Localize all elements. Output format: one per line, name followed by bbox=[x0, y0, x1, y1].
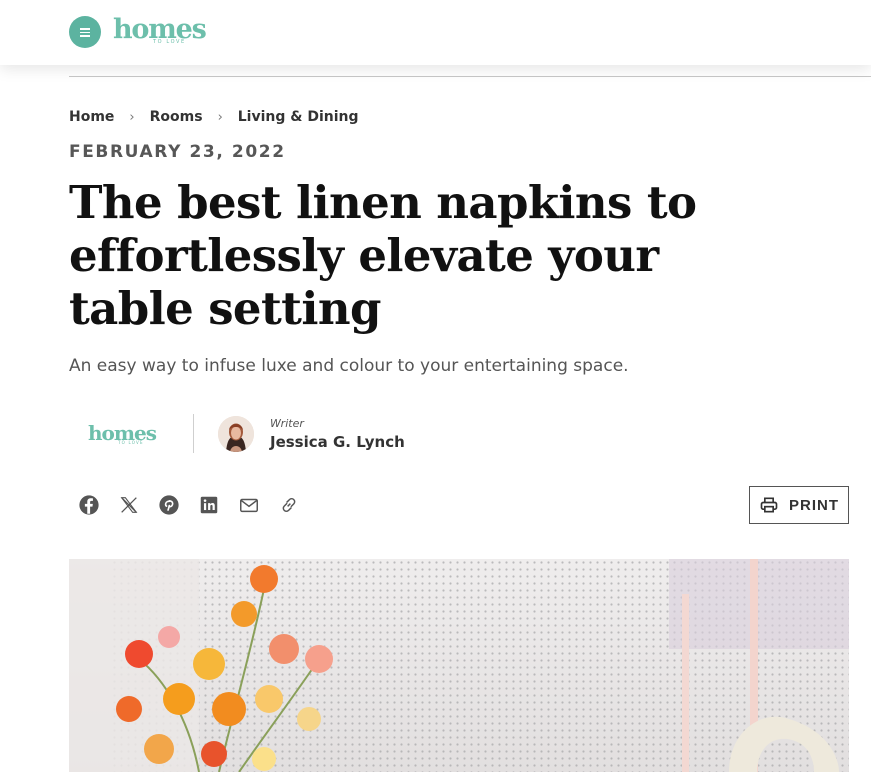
avatar-portrait bbox=[218, 416, 254, 452]
logo-tagline: TO LOVE bbox=[153, 39, 186, 45]
print-button[interactable]: PRINT bbox=[749, 486, 849, 524]
breadcrumb-rooms[interactable]: Rooms bbox=[150, 109, 203, 125]
site-logo[interactable]: homes TO LOVE bbox=[113, 12, 207, 52]
email-icon[interactable] bbox=[238, 494, 260, 516]
x-icon[interactable] bbox=[118, 494, 140, 516]
linkedin-icon[interactable] bbox=[198, 494, 220, 516]
author-divider bbox=[193, 414, 194, 453]
article-subtitle: An easy way to infuse luxe and colour to… bbox=[69, 356, 629, 376]
hero-photo bbox=[69, 559, 849, 772]
breadcrumb: Home › Rooms › Living & Dining bbox=[69, 108, 359, 126]
facebook-icon[interactable] bbox=[78, 494, 100, 516]
menu-button[interactable] bbox=[69, 16, 101, 48]
chevron-right-icon: › bbox=[129, 109, 135, 125]
header-divider bbox=[69, 76, 871, 77]
article-title: The best linen napkins to effortlessly e… bbox=[69, 176, 697, 335]
chevron-right-icon: › bbox=[217, 109, 223, 125]
hamburger-icon-line bbox=[80, 28, 90, 30]
hamburger-icon-line bbox=[80, 35, 90, 37]
writer-name[interactable]: Jessica G. Lynch bbox=[270, 433, 405, 451]
brand-logo-tagline: TO LOVE bbox=[118, 440, 144, 445]
avatar[interactable] bbox=[218, 416, 254, 452]
printer-icon bbox=[760, 497, 778, 513]
link-icon[interactable] bbox=[278, 494, 300, 516]
site-header: homes TO LOVE bbox=[0, 0, 871, 65]
writer-role: Writer bbox=[270, 417, 304, 430]
pinterest-icon[interactable] bbox=[158, 494, 180, 516]
author-brand-logo[interactable]: homes TO LOVE bbox=[88, 420, 158, 448]
print-label: PRINT bbox=[789, 496, 839, 514]
breadcrumb-living-dining[interactable]: Living & Dining bbox=[238, 109, 359, 125]
hamburger-icon-line bbox=[80, 31, 90, 33]
breadcrumb-home[interactable]: Home bbox=[69, 109, 114, 125]
hero-image[interactable] bbox=[69, 559, 849, 772]
article-date: FEBRUARY 23, 2022 bbox=[69, 142, 286, 162]
